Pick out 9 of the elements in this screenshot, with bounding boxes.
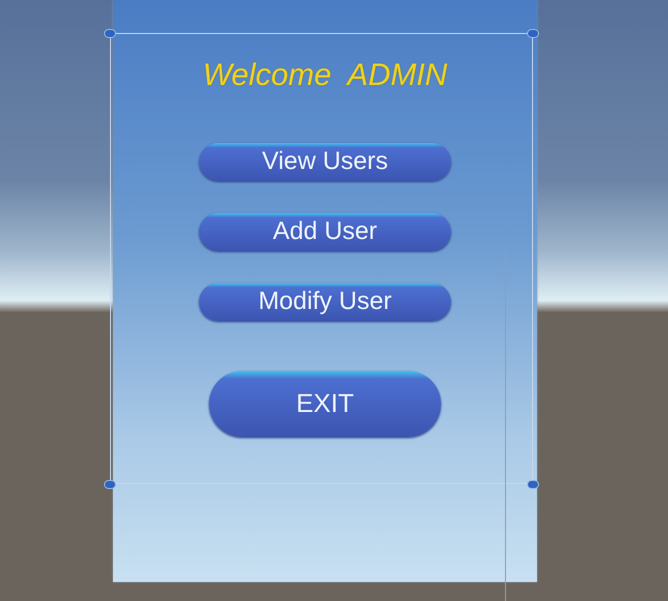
menu-button[interactable]: Add User [199,212,451,250]
resize-handle[interactable] [104,29,116,38]
resize-handle[interactable] [104,480,116,489]
resize-handle[interactable] [527,480,539,489]
resize-handle[interactable] [527,29,539,38]
menu-button[interactable]: Modify User [199,282,451,320]
menu-button[interactable]: View Users [199,142,451,180]
exit-button[interactable]: EXIT [209,370,441,436]
welcome-title: Welcome ADMIN [202,56,448,94]
